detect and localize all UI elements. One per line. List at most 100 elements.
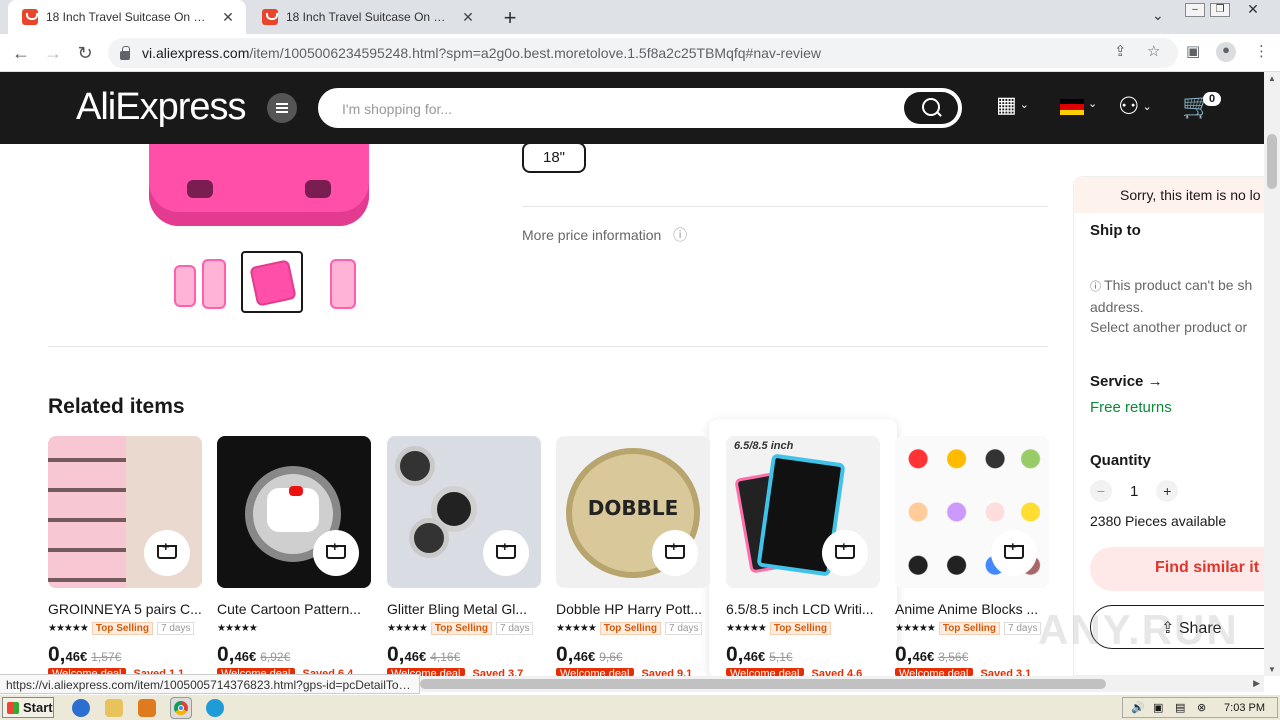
scrollbar-thumb[interactable]	[1267, 134, 1277, 189]
browser-menu-icon[interactable]: ⋮	[1254, 42, 1269, 60]
media-player-icon[interactable]	[138, 699, 156, 717]
security-icon[interactable]: ▤	[1175, 701, 1185, 714]
product-image	[895, 436, 1049, 588]
account-icon[interactable]: ⚇ ⌄	[1118, 92, 1152, 121]
ship-to-label[interactable]: Ship to	[1090, 222, 1141, 239]
quantity-label: Quantity	[1090, 452, 1151, 469]
close-tab-icon[interactable]: ✕	[220, 9, 236, 26]
update-icon[interactable]: ⊗	[1197, 701, 1206, 714]
scrollbar-thumb[interactable]	[420, 679, 1106, 689]
aliexpress-favicon-icon	[22, 9, 38, 25]
close-window-button[interactable]: ✕	[1243, 2, 1263, 17]
folder-icon[interactable]	[105, 699, 123, 717]
germany-flag-icon[interactable]	[1060, 99, 1084, 115]
network-icon[interactable]: ▣	[1153, 701, 1163, 714]
ie-icon[interactable]	[72, 699, 90, 717]
old-price: 3,56€	[938, 650, 969, 664]
side-panel-icon[interactable]: ▣	[1186, 42, 1200, 60]
related-item-card[interactable]: DOBBLE Dobble HP Harry Pott... ★★★★★Top …	[556, 436, 710, 676]
browser-tab-1[interactable]: 18 Inch Travel Suitcase On Wheels Tr ✕	[8, 0, 246, 34]
reload-icon[interactable]: ↻	[72, 40, 98, 66]
product-thumbnail[interactable]	[312, 251, 374, 313]
lcd-size-label: 6.5/8.5 inch	[734, 440, 794, 452]
old-price: 6,92€	[260, 650, 291, 664]
tab-search-chevron-icon[interactable]: ⌄	[1152, 7, 1164, 24]
price-int: 0,	[556, 643, 574, 666]
ship-msg-line-3: Select another product or	[1090, 319, 1248, 335]
restore-button[interactable]: ❐	[1210, 3, 1230, 17]
welcome-deal-tag: Welcome deal	[556, 668, 634, 676]
search-placeholder: I'm shopping for...	[342, 101, 453, 117]
chrome-taskbar-button[interactable]	[170, 697, 192, 719]
free-returns-text: Free returns	[1090, 399, 1172, 416]
quantity-stepper: − 1 +	[1090, 480, 1179, 502]
quantity-value[interactable]: 1	[1130, 483, 1138, 500]
saved-amount: Saved 4,6	[811, 668, 863, 676]
shipping-message: ⓘ This product can't be sh address. Sele…	[1090, 275, 1252, 337]
item-name: Dobble HP Harry Pott...	[556, 601, 703, 617]
divider	[522, 206, 1048, 207]
price-dec: 46€	[65, 649, 88, 664]
product-image	[217, 436, 371, 588]
product-thumbnail-selected[interactable]	[241, 251, 303, 313]
profile-avatar-icon[interactable]: ●	[1216, 42, 1236, 62]
search-button[interactable]	[904, 92, 958, 124]
aliexpress-favicon-icon	[262, 9, 278, 25]
more-price-info-link[interactable]: More price information ⓘ	[522, 225, 687, 245]
price-dec: 46€	[404, 649, 427, 664]
close-tab-icon[interactable]: ✕	[460, 9, 476, 26]
add-to-cart-icon[interactable]	[822, 530, 868, 576]
system-tray: 🔊 ▣ ▤ ⊗ 7:03 PM	[1122, 697, 1278, 718]
address-bar[interactable]: vi.aliexpress.com/item/1005006234595248.…	[108, 38, 1178, 68]
days-tag: 7 days	[495, 621, 534, 635]
decrease-quantity-button[interactable]: −	[1090, 480, 1112, 502]
related-item-card[interactable]: Glitter Bling Metal Gl... ★★★★★Top Selli…	[387, 436, 541, 676]
qr-code-icon[interactable]: ▦ ⌄	[996, 92, 1029, 118]
old-price: 1,57€	[91, 650, 122, 664]
vertical-scrollbar[interactable]: ▲ ▼	[1264, 72, 1280, 676]
increase-quantity-button[interactable]: +	[1156, 480, 1179, 502]
ship-msg-line-1: This product can't be sh	[1104, 277, 1253, 293]
rating-stars: ★★★★★	[895, 622, 936, 634]
aliexpress-logo[interactable]: AliExpress	[76, 86, 246, 129]
find-similar-button[interactable]: Find similar it	[1090, 547, 1280, 591]
ship-msg-line-2: address.	[1090, 299, 1144, 315]
edge-icon[interactable]	[206, 699, 224, 717]
add-to-cart-icon[interactable]	[483, 530, 529, 576]
price-int: 0,	[895, 643, 913, 666]
url-domain: vi.aliexpress.com	[142, 45, 250, 61]
product-main-image[interactable]	[145, 144, 381, 232]
related-item-card[interactable]: GROINNEYA 5 pairs C... ★★★★★Top Selling7…	[48, 436, 202, 676]
size-option-button[interactable]: 18"	[522, 142, 586, 173]
related-item-card[interactable]: 6.5/8.5 inch 6.5/8.5 inch LCD Writi... ★…	[726, 436, 880, 676]
share-page-icon[interactable]: ⇪	[1114, 42, 1127, 60]
item-name: Cute Cartoon Pattern...	[217, 601, 361, 617]
related-item-card[interactable]: Cute Cartoon Pattern... ★★★★★ 0,46€6,92€…	[217, 436, 371, 676]
add-to-cart-icon[interactable]	[313, 530, 359, 576]
new-tab-button[interactable]: +	[498, 5, 522, 31]
add-to-cart-icon[interactable]	[652, 530, 698, 576]
minimize-button[interactable]: –	[1185, 3, 1205, 17]
add-to-cart-icon[interactable]	[144, 530, 190, 576]
days-tag: 7 days	[1003, 621, 1042, 635]
search-input[interactable]: I'm shopping for...	[318, 88, 962, 128]
back-arrow-icon[interactable]: ←	[8, 40, 34, 66]
related-item-card[interactable]: Anime Anime Blocks ... ★★★★★Top Selling7…	[895, 436, 1049, 676]
scroll-up-arrow-icon[interactable]: ▲	[1268, 74, 1276, 83]
scroll-down-arrow-icon[interactable]: ▼	[1268, 665, 1276, 674]
categories-menu-icon[interactable]	[267, 93, 297, 123]
rating-stars: ★★★★★	[217, 622, 258, 634]
item-price: 0,46€ 1,57€	[48, 643, 202, 667]
start-button[interactable]: Start	[2, 697, 54, 718]
browser-tab-bar: 18 Inch Travel Suitcase On Wheels Tr ✕ 1…	[0, 0, 1280, 34]
add-to-cart-icon[interactable]	[991, 530, 1037, 576]
browser-tab-2[interactable]: 18 Inch Travel Suitcase On Wheels Tr ✕	[248, 0, 486, 34]
days-tag: 7 days	[156, 621, 195, 635]
bookmark-star-icon[interactable]: ☆	[1147, 42, 1160, 60]
forward-arrow-icon[interactable]: →	[40, 40, 66, 66]
product-thumbnail[interactable]	[170, 251, 232, 313]
volume-icon[interactable]: 🔊	[1131, 701, 1145, 714]
old-price: 5,1€	[769, 650, 793, 664]
service-link[interactable]: Service →	[1090, 373, 1163, 390]
scroll-right-arrow-icon[interactable]: ▶	[1253, 678, 1260, 689]
